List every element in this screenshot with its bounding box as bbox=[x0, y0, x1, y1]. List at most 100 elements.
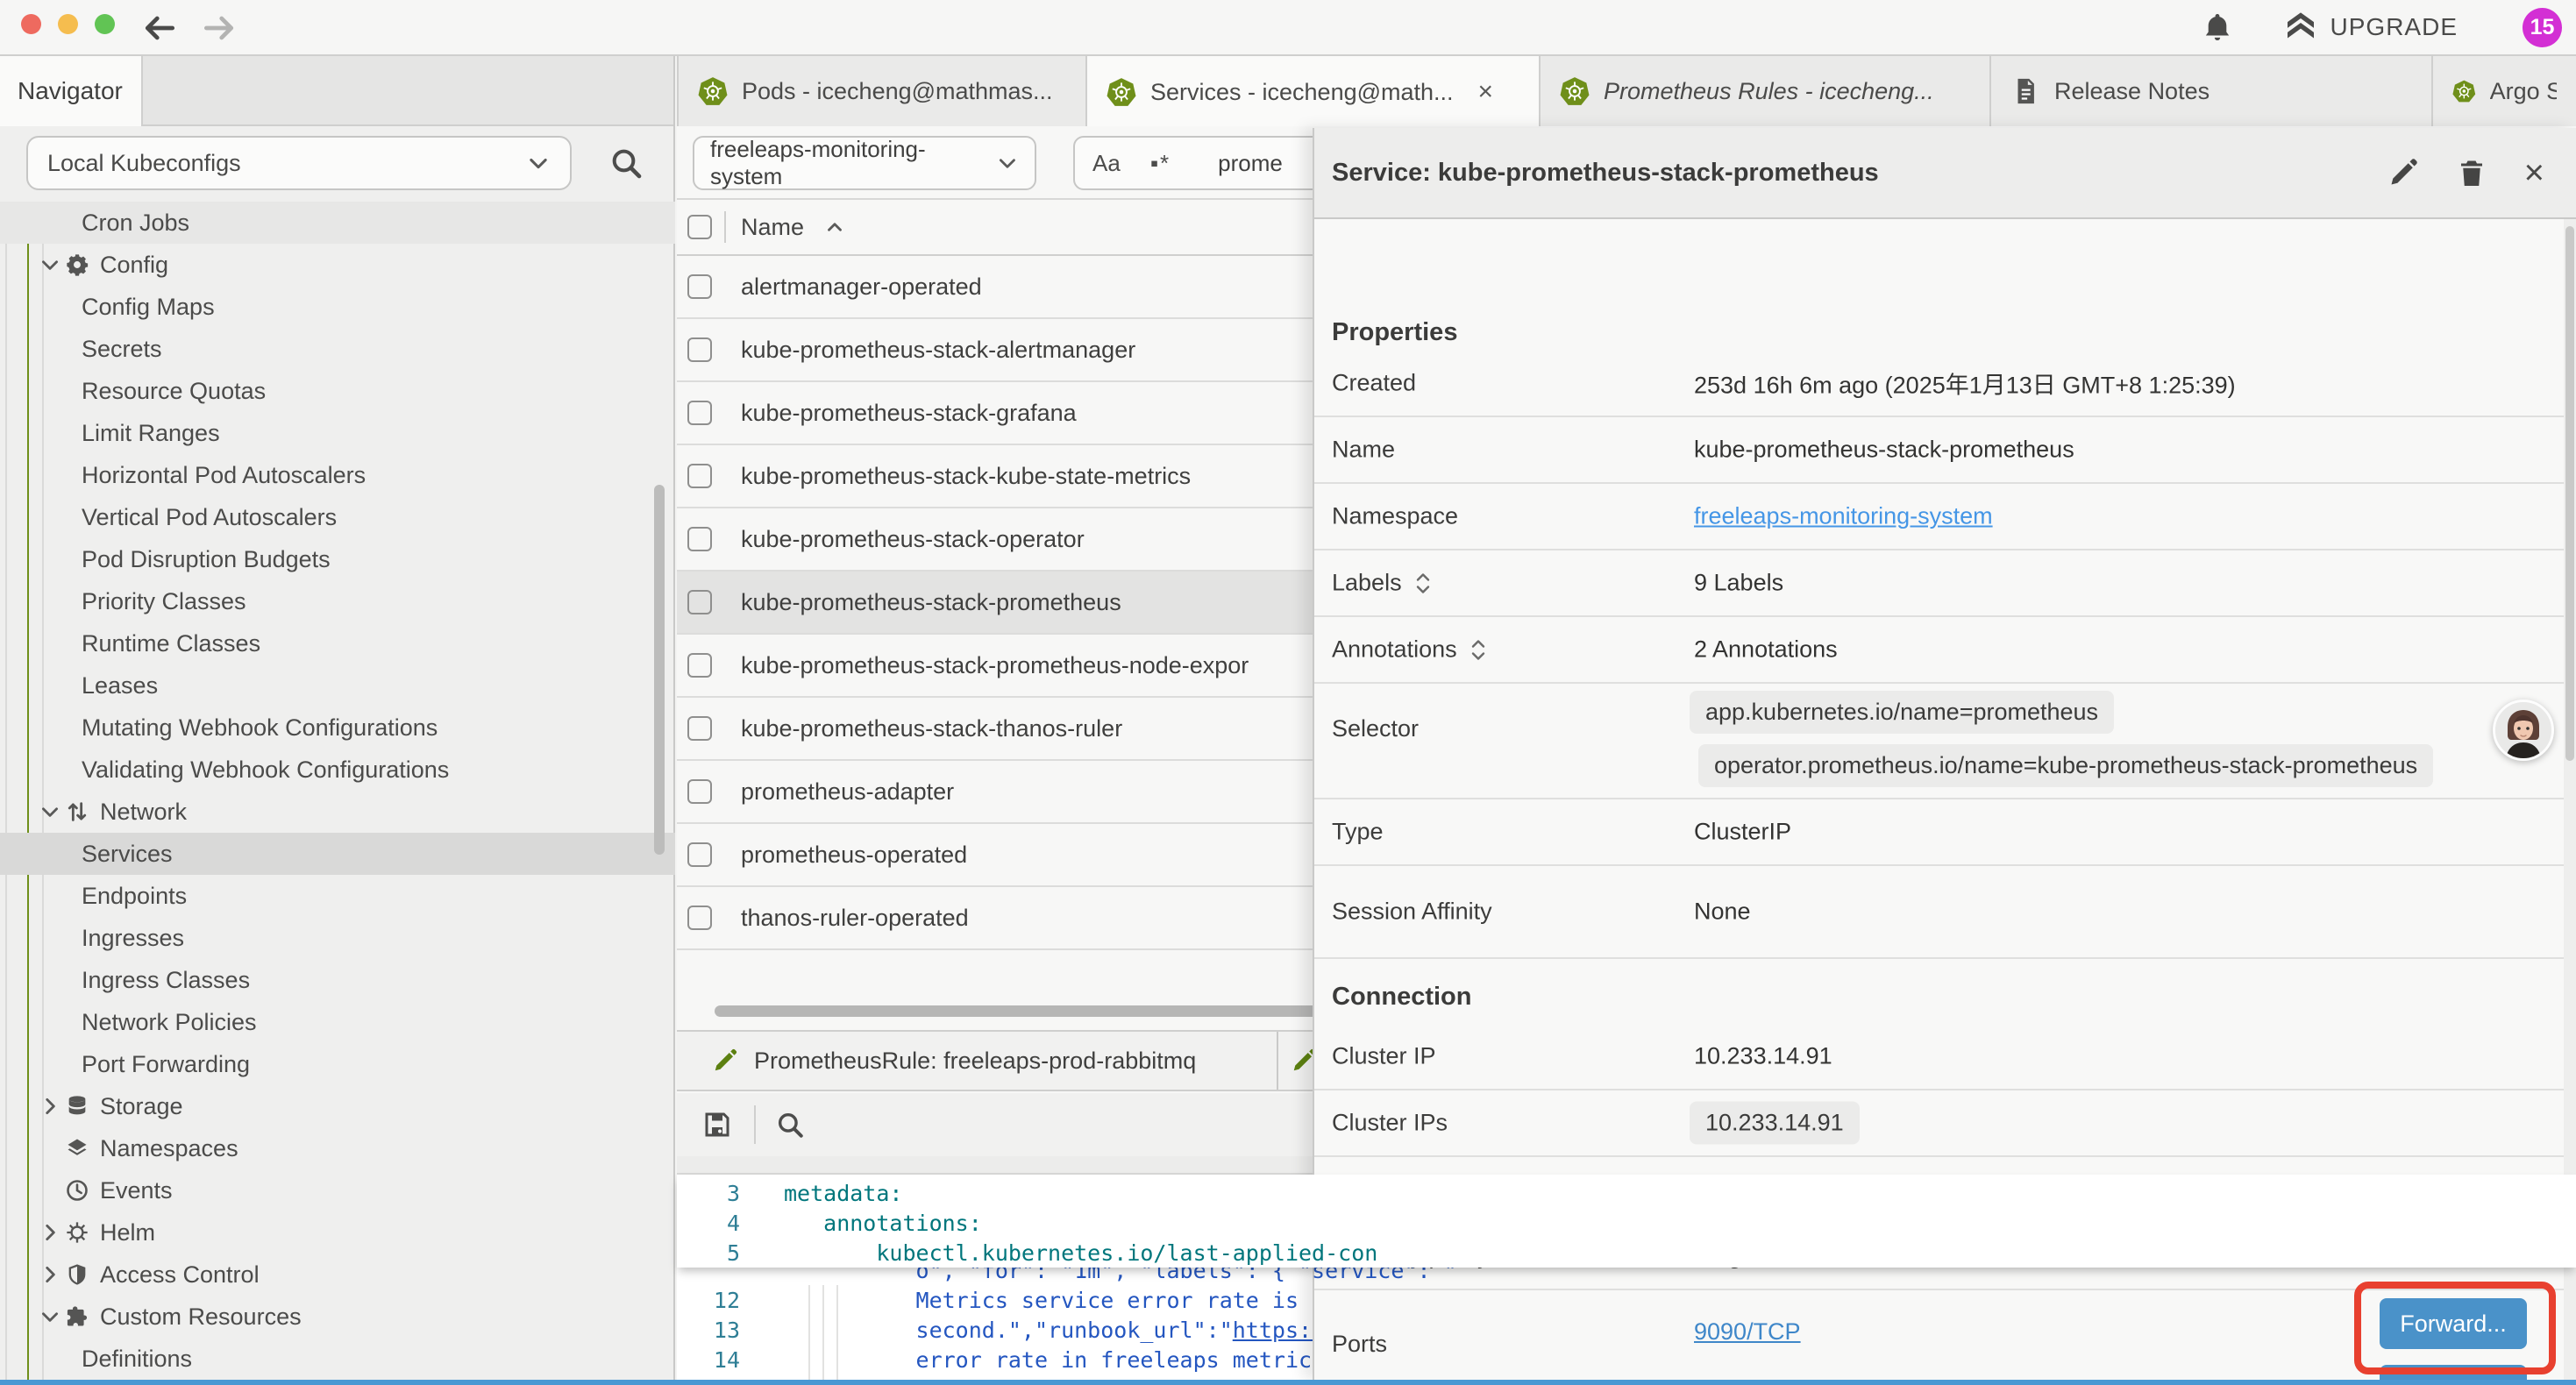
tab-release-notes[interactable]: Release Notes bbox=[1991, 56, 2433, 126]
sidebar-item[interactable]: Events bbox=[0, 1169, 675, 1211]
sidebar-item[interactable]: Secrets bbox=[0, 328, 675, 370]
tree-chevron-icon[interactable] bbox=[39, 800, 65, 823]
match-case-icon[interactable]: Aa bbox=[1092, 150, 1121, 177]
notifications-bell-icon[interactable] bbox=[2201, 11, 2234, 44]
delete-trash-icon[interactable] bbox=[2456, 157, 2487, 188]
row-checkbox[interactable] bbox=[687, 906, 712, 930]
toolbar-divider bbox=[754, 1105, 756, 1144]
sidebar-scrollbar[interactable] bbox=[654, 485, 665, 855]
detail-scrollbar-thumb[interactable] bbox=[2565, 226, 2574, 761]
editor-search-icon[interactable] bbox=[775, 1110, 805, 1140]
tree-chevron-icon[interactable] bbox=[39, 1305, 65, 1328]
sidebar-item[interactable]: Priority Classes bbox=[0, 580, 675, 622]
upgrade-icon[interactable] bbox=[2283, 10, 2318, 45]
namespace-link[interactable]: freeleaps-monitoring-system bbox=[1694, 503, 1993, 529]
property-row-cluster-ip: Cluster IP 10.233.14.91 bbox=[1314, 1024, 2576, 1090]
code-line: metadata: bbox=[784, 1181, 902, 1206]
sidebar-item[interactable]: Custom Resources bbox=[0, 1296, 675, 1338]
sidebar-item[interactable]: Endpoints bbox=[0, 875, 675, 917]
tab-prometheusrule-editor[interactable]: PrometheusRule: freeleaps-prod-rabbitmq bbox=[677, 1032, 1278, 1090]
sidebar-item[interactable]: Helm bbox=[0, 1211, 675, 1254]
row-checkbox[interactable] bbox=[687, 527, 712, 551]
close-tab-icon[interactable]: × bbox=[1478, 77, 1494, 107]
sidebar-item[interactable]: Runtime Classes bbox=[0, 622, 675, 664]
sidebar-item[interactable]: Horizontal Pod Autoscalers bbox=[0, 454, 675, 496]
sidebar-item[interactable]: Mutating Webhook Configurations bbox=[0, 707, 675, 749]
code-line: second.","runbook_url":"https://net bbox=[784, 1318, 1377, 1343]
row-checkbox[interactable] bbox=[687, 779, 712, 804]
namespace-selector[interactable]: freeleaps-monitoring-system bbox=[693, 136, 1036, 190]
chevron-down-icon bbox=[526, 151, 551, 175]
save-icon[interactable] bbox=[701, 1109, 733, 1140]
property-row-labels: Labels 9 Labels bbox=[1314, 550, 2576, 617]
sidebar-item[interactable]: Port Forwarding bbox=[0, 1043, 675, 1085]
row-checkbox[interactable] bbox=[687, 337, 712, 362]
row-checkbox[interactable] bbox=[687, 716, 712, 741]
sidebar-item[interactable]: Network bbox=[0, 791, 675, 833]
sidebar-item[interactable]: Validating Webhook Configurations bbox=[0, 749, 675, 791]
property-row-selector: Selector app.kubernetes.io/name=promethe… bbox=[1314, 684, 2576, 799]
port-link-9090[interactable]: 9090/TCP bbox=[1694, 1318, 1801, 1345]
tab-argo[interactable]: Argo Se bbox=[2433, 56, 2576, 126]
sidebar-item[interactable]: Definitions bbox=[0, 1338, 675, 1380]
tab-pods[interactable]: Pods - icecheng@mathmas... bbox=[677, 56, 1087, 126]
tree-chevron-icon[interactable] bbox=[39, 1221, 65, 1244]
row-checkbox[interactable] bbox=[687, 401, 712, 425]
forward-button[interactable] bbox=[200, 9, 238, 47]
sidebar-search-icon[interactable] bbox=[608, 146, 644, 181]
filter-value: prome bbox=[1218, 150, 1283, 177]
code-line: error rate in freeleaps metrics ser bbox=[784, 1347, 1377, 1373]
sidebar-item[interactable]: Pod Disruption Budgets bbox=[0, 538, 675, 580]
sidebar-item[interactable]: Ingress Classes bbox=[0, 959, 675, 1001]
select-all-checkbox[interactable] bbox=[687, 215, 712, 239]
sidebar-item[interactable]: Leases bbox=[0, 664, 675, 707]
minimize-window-button[interactable] bbox=[58, 14, 78, 34]
sidebar-item[interactable]: Cron Jobs bbox=[0, 202, 675, 244]
upgrade-label[interactable]: UPGRADE bbox=[2330, 13, 2458, 41]
close-window-button[interactable] bbox=[21, 14, 41, 34]
sidebar-item[interactable]: Vertical Pod Autoscalers bbox=[0, 496, 675, 538]
row-checkbox[interactable] bbox=[687, 842, 712, 867]
clipped-code-line: o", "for": "1m", "labels": { "service": … bbox=[677, 1268, 2576, 1285]
sidebar-item[interactable]: Network Policies bbox=[0, 1001, 675, 1043]
property-row-created: Created 253d 16h 6m ago (2025年1月13日 GMT+… bbox=[1314, 351, 2576, 417]
tree-chevron-icon[interactable] bbox=[39, 1263, 65, 1286]
user-avatar[interactable] bbox=[2493, 700, 2554, 761]
resource-tree: Cron Jobs Config Config Maps Secrets bbox=[0, 202, 675, 1380]
sidebar-item[interactable]: Config Maps bbox=[0, 286, 675, 328]
row-checkbox[interactable] bbox=[687, 590, 712, 614]
close-panel-icon[interactable]: × bbox=[2524, 157, 2544, 188]
line-number: 14 bbox=[677, 1347, 740, 1373]
tab-prometheus-rules[interactable]: Prometheus Rules - icecheng... bbox=[1541, 56, 1991, 126]
sort-ascending-icon[interactable] bbox=[823, 216, 846, 238]
sidebar-item[interactable]: Storage bbox=[0, 1085, 675, 1127]
edit-pencil-icon[interactable] bbox=[2387, 157, 2419, 188]
notification-count-badge[interactable]: 15 bbox=[2523, 8, 2562, 47]
sidebar-item[interactable]: Namespaces bbox=[0, 1127, 675, 1169]
line-number: 13 bbox=[677, 1318, 740, 1343]
row-checkbox[interactable] bbox=[687, 653, 712, 678]
property-row-ports: Ports 9090/TCP 8080:reloader-web/TCP For… bbox=[1314, 1290, 2576, 1380]
sidebar-item[interactable]: Config bbox=[0, 244, 675, 286]
sidebar-item[interactable]: Limit Ranges bbox=[0, 412, 675, 454]
back-button[interactable] bbox=[140, 9, 179, 47]
maximize-window-button[interactable] bbox=[95, 14, 115, 34]
regex-icon[interactable]: ▪* bbox=[1150, 150, 1171, 177]
sidebar-item[interactable]: Resource Quotas bbox=[0, 370, 675, 412]
tab-services[interactable]: Services - icecheng@math... × bbox=[1087, 56, 1541, 128]
expand-collapse-icon[interactable] bbox=[1414, 571, 1432, 595]
navigator-panel-tab[interactable]: Navigator bbox=[0, 56, 143, 126]
row-checkbox[interactable] bbox=[687, 464, 712, 488]
kubeconfig-selector[interactable]: Local Kubeconfigs bbox=[26, 136, 572, 190]
expand-collapse-icon[interactable] bbox=[1469, 637, 1487, 662]
sidebar-item[interactable]: Access Control bbox=[0, 1254, 675, 1296]
tree-chevron-icon[interactable] bbox=[39, 253, 65, 276]
name-column-header[interactable]: Name bbox=[741, 214, 804, 241]
line-number: 4 bbox=[677, 1211, 740, 1236]
sidebar-item[interactable]: Ingresses bbox=[0, 917, 675, 959]
row-checkbox[interactable] bbox=[687, 274, 712, 299]
tree-chevron-icon[interactable] bbox=[39, 1095, 65, 1118]
sidebar-item[interactable]: Services bbox=[0, 833, 675, 875]
line-number: 12 bbox=[677, 1288, 740, 1313]
section-title-properties: Properties bbox=[1314, 219, 2576, 351]
